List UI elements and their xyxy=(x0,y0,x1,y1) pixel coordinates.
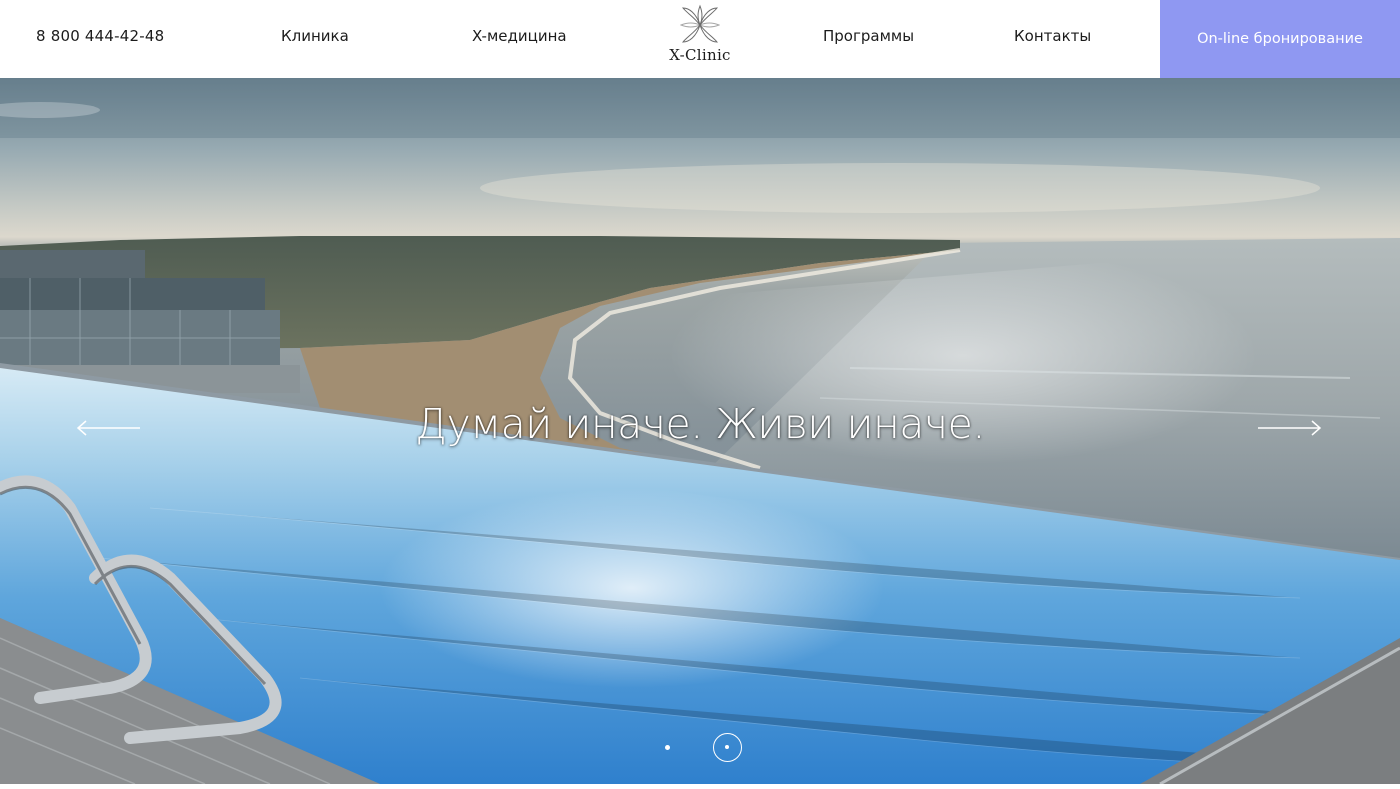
hero-slider: Думай иначе. Живи иначе. xyxy=(0,78,1400,784)
site-logo[interactable]: X-Clinic xyxy=(660,4,740,72)
online-booking-button[interactable]: On-line бронирование xyxy=(1160,0,1400,78)
page-bottom-strip xyxy=(0,784,1400,789)
nav-link-x-medicine[interactable]: X-медицина xyxy=(472,27,567,45)
nav-link-clinic[interactable]: Клиника xyxy=(281,27,349,45)
hero-slogan: Думай иначе. Живи иначе. xyxy=(415,400,985,448)
arrow-left-icon[interactable] xyxy=(76,418,142,438)
site-header: 8 800 444-42-48 Клиника X-медицина X-Cli… xyxy=(0,0,1400,78)
flower-logo-icon xyxy=(680,4,720,43)
nav-link-programs[interactable]: Программы xyxy=(823,27,914,45)
slide-dot-2-active[interactable] xyxy=(713,733,742,762)
nav-link-contacts[interactable]: Контакты xyxy=(1014,27,1091,45)
slide-dot-1[interactable] xyxy=(665,745,670,750)
arrow-right-icon[interactable] xyxy=(1256,418,1322,438)
logo-text: X-Clinic xyxy=(669,46,731,64)
phone-link[interactable]: 8 800 444-42-48 xyxy=(36,27,164,45)
slider-pagination xyxy=(0,732,1400,762)
